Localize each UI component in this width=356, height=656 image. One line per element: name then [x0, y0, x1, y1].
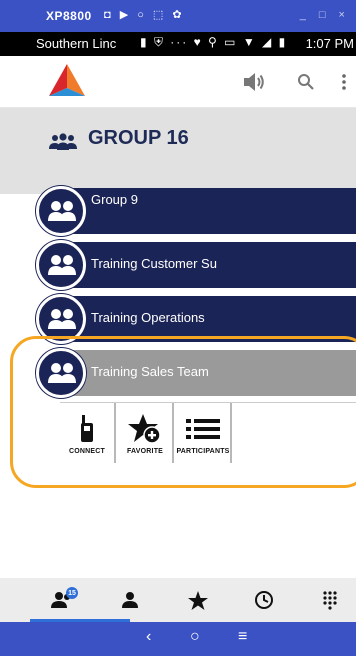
status-icons: ▮ ⛨ ··· ♥ ⚲ ▭ ▼ ◢ ▮ — [140, 35, 288, 49]
system-nav-bar: ‹ ○ ≡ — [0, 622, 356, 656]
group-item-training-customer[interactable]: Training Customer Su — [36, 240, 356, 290]
bottom-nav: 15 — [0, 578, 356, 622]
group-item-label: Training Sales Team — [91, 364, 209, 379]
person-icon — [122, 592, 138, 608]
group-item-group-9[interactable]: Group 9 — [36, 186, 356, 236]
group-avatar-icon — [36, 240, 86, 290]
group-title: GROUP 16 — [88, 127, 189, 149]
recents-button[interactable]: ≡ — [238, 628, 247, 646]
back-button[interactable]: ‹ — [146, 628, 151, 646]
group-actions: CONNECT FAVORITE PARTICIPANTS — [60, 402, 356, 466]
star-icon — [188, 590, 208, 610]
group-item-label: Training Operations — [91, 310, 205, 325]
clock-icon — [255, 591, 273, 609]
dialpad-icon — [323, 591, 337, 610]
group-item-label: Training Customer Su — [91, 256, 217, 271]
nav-contacts[interactable] — [96, 578, 164, 622]
group-avatar-icon — [36, 186, 86, 236]
star-add-icon — [128, 413, 162, 445]
group-icon — [49, 133, 77, 150]
group-header: GROUP 16 — [0, 108, 356, 194]
home-button[interactable]: ○ — [190, 628, 200, 646]
emulator-title-bar: XP8800 ◘ ▶ ○ ⬚ ✿ _ □ × — [0, 0, 356, 32]
participants-button[interactable]: PARTICIPANTS — [176, 403, 232, 463]
group-item-training-operations[interactable]: Training Operations — [36, 294, 356, 344]
group-item-training-sales[interactable]: Training Sales Team — [36, 348, 356, 398]
group-list: Group 9 Training Customer Su Training Op… — [0, 186, 356, 606]
connect-button[interactable]: CONNECT — [60, 403, 116, 463]
emulator-title: XP8800 — [46, 9, 92, 23]
emulator-status-icons: ◘ ▶ ○ ⬚ ✿ — [104, 9, 185, 21]
action-label: FAVORITE — [126, 448, 164, 455]
carrier-name: Southern Linc — [36, 36, 117, 51]
nav-groups[interactable]: 15 — [30, 578, 130, 622]
nav-history[interactable] — [230, 578, 298, 622]
nav-favorites[interactable] — [164, 578, 232, 622]
status-time: 1:07 PM — [305, 36, 354, 51]
nav-dialpad[interactable] — [296, 578, 356, 622]
group-avatar-icon — [36, 294, 86, 344]
search-icon[interactable] — [292, 68, 320, 96]
app-header — [0, 56, 356, 108]
action-label: CONNECT — [68, 448, 105, 455]
speaker-icon[interactable] — [240, 68, 268, 96]
group-avatar-icon — [36, 348, 86, 398]
group-item-label: Group 9 — [91, 192, 138, 207]
app-logo-icon — [49, 64, 85, 96]
action-label: PARTICIPANTS — [176, 448, 230, 455]
status-bar: Southern Linc ▮ ⛨ ··· ♥ ⚲ ▭ ▼ ◢ ▮ 1:07 P… — [0, 32, 356, 56]
more-vert-icon[interactable] — [330, 68, 356, 96]
radio-icon — [80, 413, 94, 445]
favorite-button[interactable]: FAVORITE — [118, 403, 174, 463]
list-icon — [186, 413, 220, 445]
window-controls[interactable]: _ □ × — [300, 9, 350, 21]
groups-badge: 15 — [66, 587, 78, 599]
